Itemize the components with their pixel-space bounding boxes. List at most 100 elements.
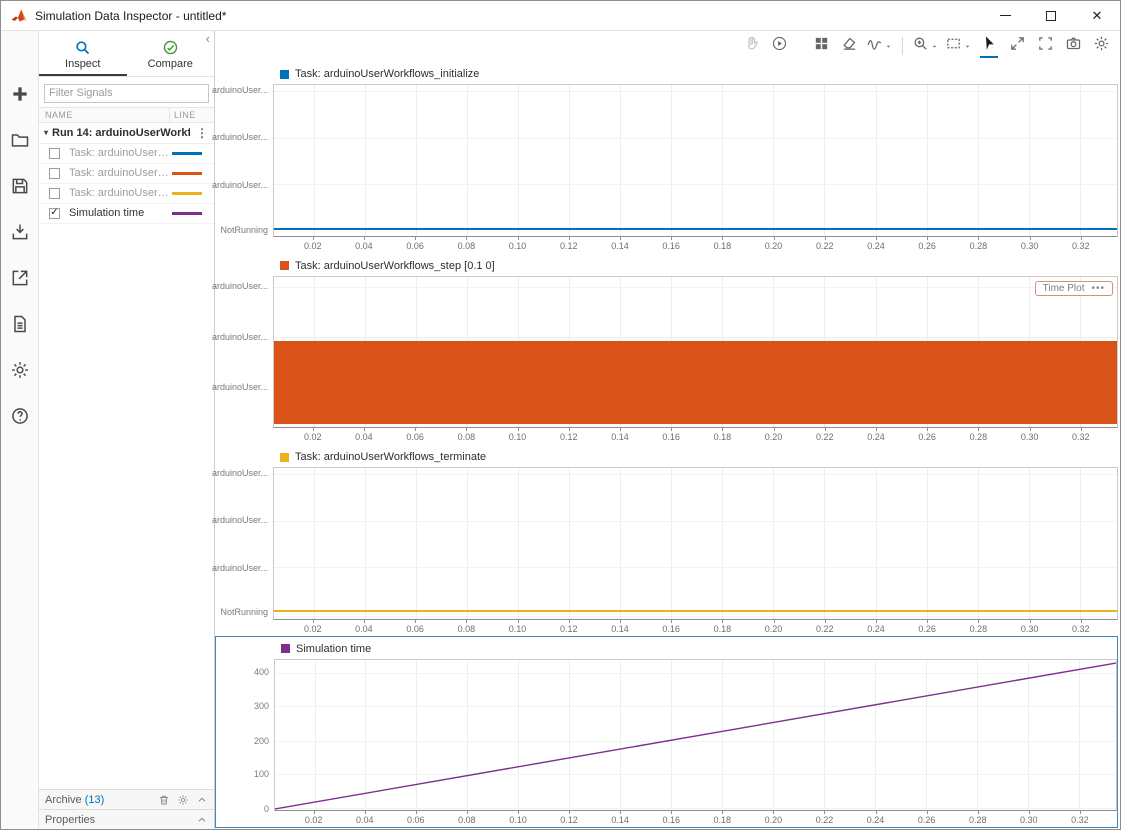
report-icon [10, 314, 30, 339]
x-tick-label: 0.22 [816, 432, 834, 442]
filter-signals-input[interactable] [44, 84, 209, 103]
x-tick-label: 0.12 [560, 432, 578, 442]
fit-icon [945, 35, 962, 57]
playback-tool[interactable] [766, 34, 792, 58]
caret-down-icon[interactable] [930, 42, 939, 51]
signal-checkbox[interactable] [49, 148, 60, 159]
minimize-button[interactable] [982, 1, 1028, 30]
chart-panel-3[interactable]: Task: arduinoUserWorkflows_terminateardu… [215, 444, 1118, 636]
v-gridline [927, 85, 928, 236]
x-tick-label: 0.06 [406, 624, 424, 634]
x-tick-mark [416, 811, 417, 814]
archive-bar[interactable]: Archive (13) [39, 789, 214, 809]
import-button[interactable] [5, 219, 35, 249]
plot-region: Task: arduinoUserWorkflows_initializeard… [215, 31, 1120, 829]
x-tick-mark [364, 237, 365, 240]
add-button[interactable] [5, 81, 35, 111]
chart-panel-4[interactable]: Simulation time40030020010000.020.040.06… [215, 636, 1118, 829]
expand-tool[interactable] [1004, 34, 1030, 58]
create-report-button[interactable] [5, 311, 35, 341]
y-tick-label: 0 [264, 804, 269, 814]
x-axis-labels: 0.020.040.060.080.100.120.140.160.180.20… [274, 811, 1117, 827]
x-tick-mark [467, 811, 468, 814]
plot-type-badge[interactable]: Time Plot••• [1035, 281, 1113, 296]
preferences-button[interactable] [5, 357, 35, 387]
v-gridline [569, 85, 570, 236]
x-tick-label: 0.04 [356, 815, 374, 825]
x-tick-label: 0.08 [458, 432, 476, 442]
signal-style-tool[interactable] [864, 34, 895, 58]
x-tick-mark [518, 428, 519, 431]
run-row[interactable]: ▾ Run 14: arduinoUserWorkf ⋮ [39, 123, 214, 144]
run-menu-icon[interactable]: ⋮ [190, 126, 214, 140]
column-header-name[interactable]: NAME [39, 110, 169, 120]
signal-checkbox[interactable] [49, 168, 60, 179]
import-icon [10, 222, 30, 247]
plot-canvas[interactable] [273, 84, 1118, 237]
x-tick-label: 0.26 [918, 815, 936, 825]
clear-subplots-tool[interactable] [836, 34, 862, 58]
signal-label: Task: arduinoUserWo... [69, 147, 169, 159]
tab-inspect[interactable]: Inspect [39, 35, 127, 76]
h-gridline [274, 521, 1117, 522]
select-tool[interactable] [976, 34, 1002, 58]
open-button[interactable] [5, 127, 35, 157]
signal-row[interactable]: Task: arduinoUserWo... [39, 144, 214, 164]
h-gridline [274, 474, 1117, 475]
signal-trace[interactable] [274, 228, 1117, 230]
x-tick-mark [466, 620, 467, 623]
signal-checkbox[interactable]: ✓ [49, 208, 60, 219]
help-button[interactable] [5, 403, 35, 433]
chart-legend[interactable]: Simulation time [274, 639, 1117, 659]
save-button[interactable] [5, 173, 35, 203]
signal-trace[interactable] [274, 610, 1117, 612]
chart-legend[interactable]: Task: arduinoUserWorkflows_terminate [273, 447, 1118, 467]
subplot-layout-tool[interactable] [808, 34, 834, 58]
plot-settings-tool[interactable] [1088, 34, 1114, 58]
x-tick-mark [518, 620, 519, 623]
x-tick-label: 0.16 [662, 624, 680, 634]
chart-panel-1[interactable]: Task: arduinoUserWorkflows_initializeard… [215, 61, 1118, 253]
fullscreen-tool[interactable] [1032, 34, 1058, 58]
h-gridline [274, 567, 1117, 568]
properties-bar[interactable]: Properties [39, 809, 214, 829]
zoom-tool[interactable] [910, 34, 941, 58]
export-button[interactable] [5, 265, 35, 295]
properties-collapse-icon[interactable] [196, 814, 208, 826]
v-gridline [620, 468, 621, 619]
plot-canvas[interactable] [273, 467, 1118, 620]
plot-canvas[interactable]: Time Plot••• [273, 276, 1118, 429]
x-tick-label: 0.18 [714, 432, 732, 442]
caret-down-icon[interactable] [963, 42, 972, 51]
chart-panel-2[interactable]: Task: arduinoUserWorkflows_step [0.1 0]a… [215, 253, 1118, 445]
signal-row[interactable]: ✓Simulation time [39, 204, 214, 224]
pan-tool[interactable] [738, 34, 764, 58]
close-button[interactable]: ✕ [1074, 1, 1120, 30]
charts-container: Task: arduinoUserWorkflows_initializeard… [215, 61, 1120, 829]
collapse-sidebar-icon[interactable]: ‹ [206, 31, 210, 46]
chart-legend[interactable]: Task: arduinoUserWorkflows_initialize [273, 64, 1118, 84]
signal-row[interactable]: Task: arduinoUserWo... [39, 184, 214, 204]
column-header-line[interactable]: LINE [169, 108, 214, 122]
y-tick-label: arduinoUser... [212, 563, 268, 573]
signal-row[interactable]: Task: arduinoUserWo... [39, 164, 214, 184]
archive-collapse-icon[interactable] [196, 794, 208, 806]
chart-legend[interactable]: Task: arduinoUserWorkflows_step [0.1 0] [273, 256, 1118, 276]
signal-trace[interactable] [275, 660, 1116, 811]
x-tick-label: 0.26 [918, 624, 936, 634]
maximize-button[interactable] [1028, 1, 1074, 30]
archive-gear-icon[interactable] [177, 794, 189, 806]
fit-to-view-tool[interactable] [943, 34, 974, 58]
badge-menu-icon[interactable]: ••• [1091, 283, 1105, 294]
caret-down-icon[interactable] [884, 42, 893, 51]
v-gridline [467, 468, 468, 619]
signal-trace[interactable] [274, 341, 1117, 424]
tab-compare[interactable]: Compare [127, 35, 215, 76]
plot-canvas[interactable] [274, 659, 1117, 812]
signal-checkbox[interactable] [49, 188, 60, 199]
snapshot-tool[interactable] [1060, 34, 1086, 58]
run-collapse-icon[interactable]: ▾ [44, 128, 48, 137]
folder-icon [10, 130, 30, 155]
trash-icon[interactable] [158, 794, 170, 806]
archive-count[interactable]: (13) [85, 794, 105, 806]
